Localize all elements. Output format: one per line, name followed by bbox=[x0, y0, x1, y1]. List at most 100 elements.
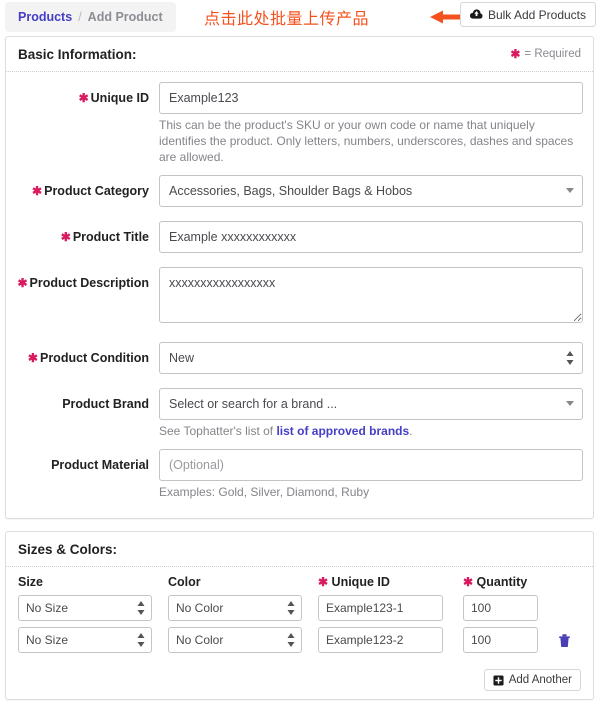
field-product-condition-wrap bbox=[159, 342, 593, 386]
column-header-unique-id-label: Unique ID bbox=[332, 575, 390, 589]
variant-size-select[interactable] bbox=[18, 595, 152, 621]
product-condition-select[interactable] bbox=[159, 342, 583, 374]
variant-unique-id-input[interactable] bbox=[318, 595, 443, 621]
breadcrumb-current-add-product: Add Product bbox=[88, 10, 163, 24]
basic-information-header: Basic Information: ✱ = Required bbox=[6, 37, 593, 72]
required-asterisk-icon: ✱ bbox=[61, 230, 71, 244]
field-row-product-brand: Product Brand See Tophatter's list of li… bbox=[6, 388, 593, 447]
label-product-brand: Product Brand bbox=[6, 388, 159, 420]
label-unique-id-text: Unique ID bbox=[91, 91, 149, 105]
required-asterisk-icon: ✱ bbox=[32, 184, 42, 198]
label-product-condition-text: Product Condition bbox=[40, 351, 149, 365]
sizes-colors-body: Size Color ✱ Unique ID ✱ Quantity bbox=[6, 567, 593, 665]
product-brand-select-wrap[interactable] bbox=[159, 388, 583, 420]
label-product-title-text: Product Title bbox=[73, 230, 149, 244]
column-header-quantity-label: Quantity bbox=[477, 575, 528, 589]
product-brand-select[interactable] bbox=[159, 388, 583, 420]
label-product-category-text: Product Category bbox=[44, 184, 149, 198]
variant-actions-cell bbox=[548, 633, 581, 648]
variant-size-select-wrap[interactable] bbox=[18, 627, 152, 653]
bulk-add-products-label: Bulk Add Products bbox=[488, 8, 586, 22]
variant-color-cell bbox=[168, 627, 318, 653]
variant-size-cell bbox=[18, 595, 168, 621]
field-row-product-condition: ✱Product Condition bbox=[6, 342, 593, 386]
sizes-colors-header: Sizes & Colors: bbox=[6, 532, 593, 567]
field-product-material-wrap: Examples: Gold, Silver, Diamond, Ruby bbox=[159, 449, 593, 508]
field-product-category-wrap bbox=[159, 175, 593, 219]
column-header-quantity: ✱ Quantity bbox=[463, 575, 548, 589]
variant-size-cell bbox=[18, 627, 168, 653]
product-title-input[interactable] bbox=[159, 221, 583, 253]
variant-quantity-input[interactable] bbox=[463, 627, 538, 653]
sizes-colors-title: Sizes & Colors: bbox=[18, 542, 117, 557]
label-product-material: Product Material bbox=[6, 449, 159, 481]
variant-color-select[interactable] bbox=[168, 627, 302, 653]
annotation-text: 点击此处批量上传产品 bbox=[204, 5, 369, 29]
variant-size-select-wrap[interactable] bbox=[18, 595, 152, 621]
required-asterisk-icon: ✱ bbox=[510, 48, 520, 60]
variant-quantity-cell bbox=[463, 595, 548, 621]
variant-color-select-wrap[interactable] bbox=[168, 595, 302, 621]
variant-row bbox=[18, 627, 581, 653]
field-row-product-material: Product Material Examples: Gold, Silver,… bbox=[6, 449, 593, 508]
variant-quantity-input[interactable] bbox=[463, 595, 538, 621]
label-product-condition: ✱Product Condition bbox=[6, 342, 159, 374]
variant-unique-id-cell bbox=[318, 595, 463, 621]
variant-unique-id-input[interactable] bbox=[318, 627, 443, 653]
label-product-description: ✱Product Description bbox=[6, 267, 159, 299]
column-header-size: Size bbox=[18, 575, 168, 589]
label-product-category: ✱Product Category bbox=[6, 175, 159, 207]
required-asterisk-icon: ✱ bbox=[17, 276, 27, 290]
variant-size-select[interactable] bbox=[18, 627, 152, 653]
field-row-unique-id: ✱Unique ID This can be the product's SKU… bbox=[6, 82, 593, 173]
label-product-description-text: Product Description bbox=[30, 276, 149, 290]
variant-row bbox=[18, 595, 581, 621]
product-category-select-wrap[interactable] bbox=[159, 175, 583, 207]
breadcrumb-link-products[interactable]: Products bbox=[18, 10, 72, 24]
field-product-description-wrap: xxxxxxxxxxxxxxxxx bbox=[159, 267, 593, 340]
column-header-color-label: Color bbox=[168, 575, 201, 589]
required-asterisk-icon: ✱ bbox=[79, 91, 89, 105]
required-asterisk-icon: ✱ bbox=[28, 351, 38, 365]
field-row-product-title: ✱Product Title bbox=[6, 221, 593, 265]
bulk-add-products-button[interactable]: Bulk Add Products bbox=[460, 2, 596, 27]
field-row-product-category: ✱Product Category bbox=[6, 175, 593, 219]
variant-color-select-wrap[interactable] bbox=[168, 627, 302, 653]
field-product-title-wrap bbox=[159, 221, 593, 265]
add-another-button[interactable]: Add Another bbox=[484, 669, 581, 691]
basic-information-title: Basic Information: bbox=[18, 47, 137, 62]
required-asterisk-icon: ✱ bbox=[463, 575, 473, 589]
field-row-product-description: ✱Product Description xxxxxxxxxxxxxxxxx bbox=[6, 267, 593, 340]
product-material-input[interactable] bbox=[159, 449, 583, 481]
sizes-colors-column-headers: Size Color ✱ Unique ID ✱ Quantity bbox=[18, 575, 581, 589]
product-description-textarea[interactable]: xxxxxxxxxxxxxxxxx bbox=[159, 267, 583, 323]
unique-id-input[interactable] bbox=[159, 82, 583, 114]
variant-color-cell bbox=[168, 595, 318, 621]
topbar: Products / Add Product 点击此处批量上传产品 Bulk A… bbox=[0, 0, 599, 36]
variant-color-select[interactable] bbox=[168, 595, 302, 621]
product-condition-select-wrap[interactable] bbox=[159, 342, 583, 374]
label-product-title: ✱Product Title bbox=[6, 221, 159, 253]
field-product-brand-wrap: See Tophatter's list of list of approved… bbox=[159, 388, 593, 447]
trash-icon[interactable] bbox=[558, 633, 571, 648]
sizes-colors-footer: Add Another bbox=[6, 665, 593, 699]
brand-help-prefix: See Tophatter's list of bbox=[159, 424, 276, 438]
breadcrumb: Products / Add Product bbox=[5, 2, 176, 32]
product-category-select[interactable] bbox=[159, 175, 583, 207]
label-product-brand-text: Product Brand bbox=[62, 397, 149, 411]
product-brand-help-text: See Tophatter's list of list of approved… bbox=[159, 423, 583, 439]
breadcrumb-separator: / bbox=[78, 10, 81, 24]
approved-brands-link[interactable]: list of approved brands bbox=[276, 424, 409, 438]
column-header-unique-id: ✱ Unique ID bbox=[318, 575, 463, 589]
unique-id-help-text: This can be the product's SKU or your ow… bbox=[159, 117, 583, 165]
field-unique-id-wrap: This can be the product's SKU or your ow… bbox=[159, 82, 593, 173]
column-header-size-label: Size bbox=[18, 575, 43, 589]
variant-quantity-cell bbox=[463, 627, 548, 653]
add-another-label: Add Another bbox=[509, 674, 572, 686]
label-product-material-text: Product Material bbox=[51, 458, 149, 472]
column-header-color: Color bbox=[168, 575, 318, 589]
sizes-colors-card: Sizes & Colors: Size Color ✱ Unique ID ✱… bbox=[5, 531, 594, 700]
label-unique-id: ✱Unique ID bbox=[6, 82, 159, 114]
product-material-help-text: Examples: Gold, Silver, Diamond, Ruby bbox=[159, 484, 583, 500]
cloud-upload-icon bbox=[470, 9, 483, 20]
